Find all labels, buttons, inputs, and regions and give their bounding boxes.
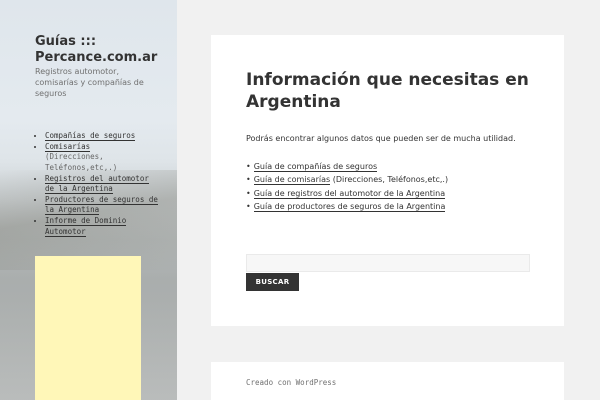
sidebar-item-companias: Compañías de seguros <box>45 131 160 141</box>
list-item: Guía de productores de seguros de la Arg… <box>246 200 448 213</box>
intro-text: Podrás encontrar algunos datos que puede… <box>246 134 516 143</box>
sidebar-widget <box>35 256 141 400</box>
main-article: Información que necesitas en Argentina P… <box>211 35 564 326</box>
guide-link-companias[interactable]: Guía de compañías de seguros <box>253 162 378 172</box>
site-description: Registros automotor, comisarías y compañ… <box>35 67 144 98</box>
sidebar-link-companias[interactable]: Compañías de seguros <box>45 131 136 141</box>
guide-link-productores[interactable]: Guía de productores de seguros de la Arg… <box>253 201 446 212</box>
list-item: Guía de compañías de seguros <box>246 160 448 173</box>
search-input[interactable] <box>246 254 530 272</box>
list-item: Guía de registros del automotor de la Ar… <box>246 187 448 200</box>
sidebar-item-note: (Direcciones, Teléfonos,etc,.) <box>45 152 118 172</box>
list-item: Guía de comisarías (Direcciones, Teléfon… <box>246 173 448 186</box>
guide-list: Guía de compañías de seguros Guía de com… <box>246 160 448 213</box>
guide-suffix: (Direcciones, Teléfonos,etc,.) <box>330 175 449 185</box>
site-footer: Creado con WordPress <box>211 362 564 400</box>
sidebar-item-comisarias: Comisarías(Direcciones, Teléfonos,etc,.) <box>45 141 160 173</box>
sidebar-link-productores[interactable]: Productores de seguros de la Argentina <box>45 194 158 216</box>
footer-credit-link[interactable]: Creado con WordPress <box>246 378 336 387</box>
sidebar-link-comisarias[interactable]: Comisarías <box>45 141 91 152</box>
sidebar-item-registros: Registros del automotor de la Argentina <box>45 173 160 195</box>
sidebar-item-productores: Productores de seguros de la Argentina <box>45 194 160 216</box>
guide-link-comisarias[interactable]: Guía de comisarías <box>253 175 331 186</box>
sidebar-link-informe[interactable]: Informe de Dominio Automotor <box>45 216 127 237</box>
sidebar-link-registros[interactable]: Registros del automotor de la Argentina <box>45 173 149 195</box>
site-title[interactable]: Guías ::: Percance.com.ar <box>35 34 177 66</box>
sidebar-menu: Compañías de seguros Comisarías(Direccio… <box>35 131 160 238</box>
sidebar-item-informe: Informe de Dominio Automotor <box>45 216 160 237</box>
guide-link-registros[interactable]: Guía de registros del automotor de la Ar… <box>253 188 446 199</box>
page-title: Información que necesitas en Argentina <box>246 70 529 112</box>
sidebar: Guías ::: Percance.com.ar Registros auto… <box>0 0 177 400</box>
search-button[interactable]: BUSCAR <box>246 273 299 291</box>
